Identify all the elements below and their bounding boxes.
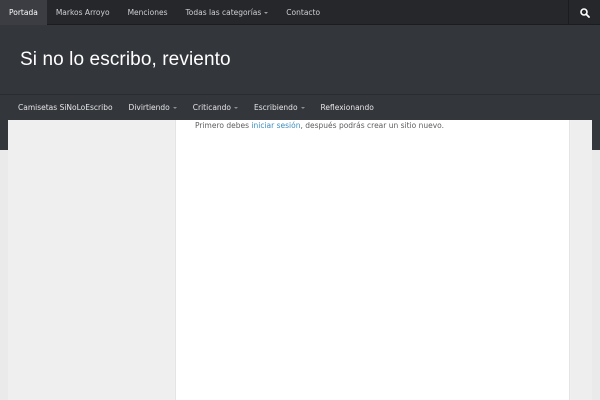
right-gutter [571,120,592,400]
nav-item-label: Portada [9,8,38,17]
nav-item-camisetas[interactable]: Camisetas SiNoLoEscribo [10,95,121,121]
top-bar: Portada Markos Arroyo Menciones Todas la… [0,0,600,25]
nav-item-label: Escribiendo [254,103,298,112]
nav-item-divirtiendo[interactable]: Divirtiendo [121,95,185,121]
nav-item-label: Criticando [192,103,232,112]
notice-prefix: Primero debes [195,121,252,130]
search-button[interactable] [568,0,600,25]
chevron-down-icon [172,107,177,109]
nav-item-label: Markos Arroyo [55,8,110,17]
nav-item-portada[interactable]: Portada [0,0,47,25]
nav-item-label: Camisetas SiNoLoEscribo [18,103,113,112]
top-navigation: Portada Markos Arroyo Menciones Todas la… [0,0,600,25]
nav-item-markos-arroyo[interactable]: Markos Arroyo [47,0,119,25]
nav-item-escribiendo[interactable]: Escribiendo [246,95,313,121]
nav-item-label: Divirtiendo [128,103,170,112]
chevron-down-icon [264,11,269,14]
page-wrapper: Primero debes iniciar sesión, después po… [8,120,592,400]
site-header: Si no lo escribo, reviento [0,25,600,94]
nav-item-reflexionando[interactable]: Reflexionando [313,95,382,121]
chevron-down-icon [300,107,305,109]
main-navigation: Camisetas SiNoLoEscribo Divirtiendo Crit… [0,94,600,120]
nav-item-label: Menciones [127,8,168,17]
nav-item-menciones[interactable]: Menciones [119,0,177,25]
nav-item-label: Contacto [286,8,321,17]
nav-item-todas-las-categorias[interactable]: Todas las categorías [176,0,277,25]
main-content: Primero debes iniciar sesión, después po… [175,120,570,400]
chevron-down-icon [234,107,239,109]
login-notice: Primero debes iniciar sesión, después po… [195,121,444,130]
notice-suffix: , después podrás crear un sitio nuevo. [300,121,445,130]
nav-item-criticando[interactable]: Criticando [185,95,246,121]
nav-item-contacto[interactable]: Contacto [277,0,329,25]
search-icon [579,7,590,18]
login-link[interactable]: iniciar sesión [251,121,300,130]
sidebar [8,120,174,400]
site-title[interactable]: Si no lo escribo, reviento [20,49,231,71]
nav-item-label: Reflexionando [320,103,374,112]
nav-item-label: Todas las categorías [185,8,262,17]
